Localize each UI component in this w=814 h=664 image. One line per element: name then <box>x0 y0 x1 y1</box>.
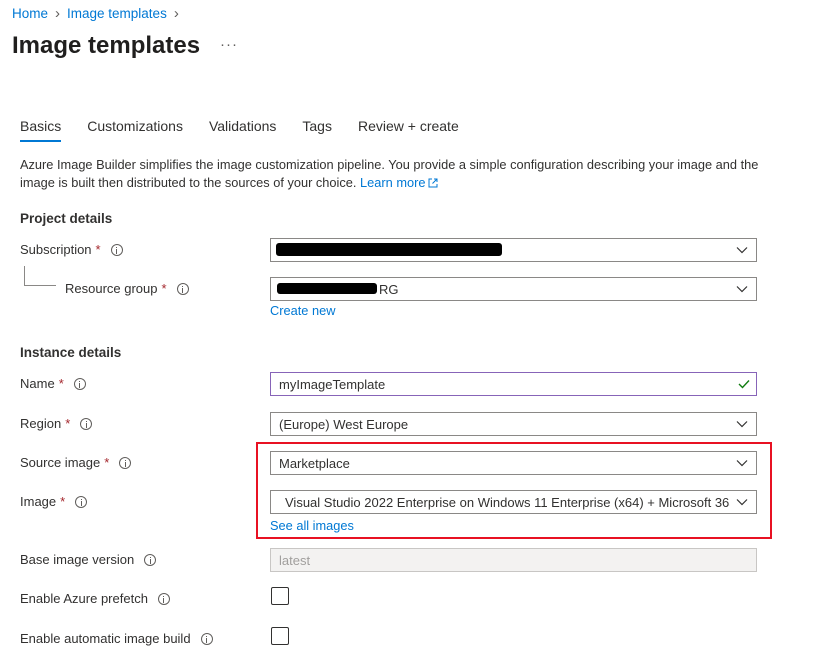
page-title: Image templates <box>12 32 201 59</box>
tab-review-create[interactable]: Review + create <box>358 118 459 142</box>
region-label-row: Region * <box>20 416 93 431</box>
base-image-version-label-row: Base image version <box>20 552 157 567</box>
tab-validations[interactable]: Validations <box>209 118 276 142</box>
learn-more-link[interactable]: Learn more <box>360 175 438 190</box>
project-details-heading: Project details <box>20 211 113 226</box>
required-marker: * <box>65 416 71 431</box>
name-label: Name <box>20 376 55 391</box>
name-input[interactable]: myImageTemplate <box>270 372 757 396</box>
source-image-label: Source image <box>20 455 101 470</box>
chevron-down-icon <box>736 247 748 254</box>
subscription-label: Subscription <box>20 242 92 257</box>
breadcrumb-home[interactable]: Home <box>12 6 48 21</box>
enable-auto-build-label-row: Enable automatic image build <box>20 631 213 646</box>
chevron-right-icon: › <box>173 5 179 22</box>
required-marker: * <box>60 494 66 509</box>
source-image-label-row: Source image * <box>20 455 132 470</box>
info-icon[interactable] <box>75 495 88 508</box>
learn-more-label[interactable]: Learn more <box>360 175 425 190</box>
region-dropdown[interactable]: (Europe) West Europe <box>270 412 757 436</box>
checkmark-icon <box>738 380 750 389</box>
region-value: (Europe) West Europe <box>279 416 409 432</box>
chevron-down-icon <box>736 499 748 506</box>
breadcrumb-image-templates[interactable]: Image templates <box>67 6 167 21</box>
subscription-label-row: Subscription * <box>20 242 123 257</box>
tree-connector <box>24 266 56 286</box>
resource-group-label: Resource group <box>65 281 158 296</box>
info-icon[interactable] <box>176 282 189 295</box>
required-marker: * <box>58 376 64 391</box>
base-image-version-placeholder: latest <box>279 552 311 568</box>
required-marker: * <box>95 242 101 257</box>
enable-prefetch-checkbox[interactable] <box>271 587 289 605</box>
chevron-right-icon: › <box>55 5 61 22</box>
see-all-images-link[interactable]: See all images <box>270 518 354 533</box>
base-image-version-input: latest <box>270 548 757 572</box>
info-icon[interactable] <box>157 592 170 605</box>
enable-prefetch-label: Enable Azure prefetch <box>20 591 148 606</box>
tab-customizations[interactable]: Customizations <box>87 118 183 142</box>
region-label: Region <box>20 416 62 431</box>
enable-prefetch-label-row: Enable Azure prefetch <box>20 591 170 606</box>
required-marker: * <box>104 455 110 470</box>
tab-bar: Basics Customizations Validations Tags R… <box>20 118 485 142</box>
image-label-row: Image * <box>20 494 88 509</box>
info-icon[interactable] <box>119 456 132 469</box>
more-options-icon[interactable]: ··· <box>220 36 238 53</box>
info-icon[interactable] <box>110 243 123 256</box>
chevron-down-icon <box>736 460 748 467</box>
name-label-row: Name * <box>20 376 86 391</box>
image-label: Image <box>20 494 57 509</box>
info-icon[interactable] <box>80 417 93 430</box>
image-value: Visual Studio 2022 Enterprise on Windows… <box>285 494 730 510</box>
image-dropdown[interactable]: Visual Studio 2022 Enterprise on Windows… <box>270 490 757 514</box>
enable-auto-build-checkbox[interactable] <box>271 627 289 645</box>
breadcrumb: Home › Image templates › <box>12 6 186 21</box>
create-new-link[interactable]: Create new <box>270 303 335 318</box>
required-marker: * <box>161 281 167 296</box>
info-icon[interactable] <box>200 632 213 645</box>
resource-group-label-row: Resource group * <box>65 281 189 296</box>
info-icon[interactable] <box>144 553 157 566</box>
info-icon[interactable] <box>73 377 86 390</box>
base-image-version-label: Base image version <box>20 552 135 567</box>
name-value: myImageTemplate <box>279 376 386 392</box>
enable-auto-build-label: Enable automatic image build <box>20 631 191 646</box>
chevron-down-icon <box>736 286 748 293</box>
external-link-icon <box>428 178 438 188</box>
source-image-value: Marketplace <box>279 455 350 471</box>
redaction-bar <box>276 243 502 256</box>
intro-text: Azure Image Builder simplifies the image… <box>20 156 780 192</box>
redaction-bar <box>277 283 377 294</box>
source-image-dropdown[interactable]: Marketplace <box>270 451 757 475</box>
instance-details-heading: Instance details <box>20 345 122 360</box>
tab-tags[interactable]: Tags <box>302 118 332 142</box>
tab-basics[interactable]: Basics <box>20 118 62 142</box>
chevron-down-icon <box>736 421 748 428</box>
